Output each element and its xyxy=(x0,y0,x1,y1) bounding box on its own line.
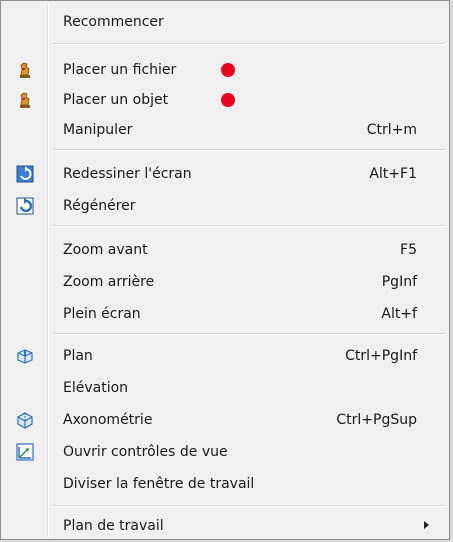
menu-item-label: Régénérer xyxy=(63,198,136,214)
menu-item-regenerer[interactable]: Régénérer xyxy=(3,193,447,219)
menu-item-label: Plan de travail xyxy=(63,518,164,534)
menu-item-label: Manipuler xyxy=(63,122,133,138)
menu-item-elevation[interactable]: Elévation xyxy=(3,375,447,401)
menu-item-diviser-fenetre[interactable]: Diviser la fenêtre de travail xyxy=(3,471,447,497)
menu-item-redessiner-ecran[interactable]: Redessiner l'écran Alt+F1 xyxy=(3,161,447,187)
menu-item-shortcut: Ctrl+m xyxy=(366,122,417,138)
menu-separator xyxy=(53,43,445,45)
menu-item-shortcut: F5 xyxy=(400,242,417,258)
context-menu: Recommencer Placer un fichier Placer un … xyxy=(0,0,450,540)
menu-separator xyxy=(53,333,445,335)
menu-item-placer-un-fichier[interactable]: Placer un fichier xyxy=(3,57,447,83)
submenu-arrow-icon xyxy=(424,521,429,529)
menu-item-label: Plein écran xyxy=(63,306,141,322)
view-controls-icon xyxy=(15,442,35,462)
axonometric-icon xyxy=(15,410,35,430)
menu-item-label: Zoom avant xyxy=(63,242,148,258)
regenerate-icon xyxy=(15,196,35,216)
menu-item-label: Zoom arrière xyxy=(63,274,155,290)
menu-item-label: Placer un objet xyxy=(63,92,169,108)
menu-item-label: Recommencer xyxy=(63,14,164,30)
menu-item-shortcut: Ctrl+PgInf xyxy=(345,348,417,364)
plan-view-icon xyxy=(15,346,35,366)
menu-item-label: Elévation xyxy=(63,380,129,396)
menu-separator xyxy=(53,505,445,507)
menu-item-recommencer[interactable]: Recommencer xyxy=(3,9,447,35)
menu-item-label: Plan xyxy=(63,348,93,364)
marker-dot xyxy=(221,63,235,77)
menu-item-manipuler[interactable]: Manipuler Ctrl+m xyxy=(3,117,447,143)
menu-item-shortcut: Ctrl+PgSup xyxy=(336,412,417,428)
menu-item-axonometrie[interactable]: Axonométrie Ctrl+PgSup xyxy=(3,407,447,433)
menu-item-shortcut: Alt+f xyxy=(381,306,417,322)
menu-separator xyxy=(53,225,445,227)
menu-separator xyxy=(53,149,445,151)
chess-piece-icon xyxy=(15,60,35,80)
redraw-icon xyxy=(15,164,35,184)
menu-item-label: Redessiner l'écran xyxy=(63,166,192,182)
menu-item-shortcut: Alt+F1 xyxy=(369,166,417,182)
menu-item-zoom-arriere[interactable]: Zoom arrière PgInf xyxy=(3,269,447,295)
marker-dot xyxy=(221,93,235,107)
chess-piece-icon xyxy=(15,90,35,110)
menu-item-ouvrir-controles-de-vue[interactable]: Ouvrir contrôles de vue xyxy=(3,439,447,465)
menu-item-plan[interactable]: Plan Ctrl+PgInf xyxy=(3,343,447,369)
menu-item-label: Ouvrir contrôles de vue xyxy=(63,444,228,460)
menu-item-plein-ecran[interactable]: Plein écran Alt+f xyxy=(3,301,447,327)
menu-item-zoom-avant[interactable]: Zoom avant F5 xyxy=(3,237,447,263)
menu-item-label: Axonométrie xyxy=(63,412,153,428)
menu-item-label: Diviser la fenêtre de travail xyxy=(63,476,255,492)
menu-item-label: Placer un fichier xyxy=(63,62,177,78)
menu-item-shortcut: PgInf xyxy=(381,274,417,290)
menu-item-placer-un-objet[interactable]: Placer un objet xyxy=(3,87,447,113)
menu-item-plan-de-travail[interactable]: Plan de travail xyxy=(3,513,447,539)
